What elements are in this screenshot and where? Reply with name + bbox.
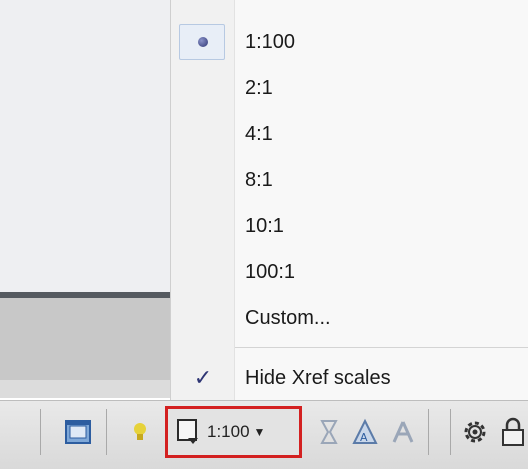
svg-text:A: A: [360, 431, 368, 444]
drawing-area: [0, 0, 170, 292]
sync-scale-icon: [392, 421, 414, 443]
menu-item-label: 100:1: [245, 260, 296, 283]
layout-viewport-icon: [65, 420, 91, 444]
auto-scale-button[interactable]: A: [348, 413, 382, 451]
menu-item-8-1[interactable]: 8:1: [171, 158, 528, 202]
lock-icon: [502, 417, 524, 446]
status-separator: [106, 409, 107, 455]
lower-panel: [0, 298, 170, 380]
menu-item-label: 4:1: [245, 122, 273, 145]
menu-item-10-1[interactable]: 10:1: [171, 204, 528, 248]
menu-item-label: Hide Xref scales: [245, 366, 391, 389]
annotation-scale-menu: 1:100 2:1 4:1 8:1 10:1 100:1 Custom... ✓…: [170, 0, 528, 400]
auto-scale-icon: A: [352, 418, 378, 444]
status-separator: [450, 409, 451, 455]
menu-item-label: 2:1: [245, 76, 273, 99]
annotation-scale-button[interactable]: 1:100 ▼: [165, 406, 302, 458]
menu-item-4-1[interactable]: 4:1: [171, 112, 528, 156]
status-bar: 1:100 ▼ A: [0, 400, 528, 469]
annotation-visibility-button[interactable]: [312, 413, 346, 451]
annotation-scale-icon: [177, 419, 198, 444]
menu-item-label: 10:1: [245, 214, 284, 237]
sync-scale-button[interactable]: [386, 413, 420, 451]
menu-item-label: 1:100: [245, 30, 296, 53]
menu-item-label: 8:1: [245, 168, 273, 191]
layout-viewport-button[interactable]: [58, 413, 98, 451]
status-separator: [40, 409, 41, 455]
menu-item-1-100[interactable]: 1:100: [171, 20, 528, 64]
menu-item-label: Custom...: [245, 306, 331, 329]
menu-item-custom[interactable]: Custom...: [171, 296, 528, 340]
lightbulb-button[interactable]: [128, 413, 152, 451]
menu-item-2-1[interactable]: 2:1: [171, 66, 528, 110]
annotation-visibility-icon: [320, 420, 338, 444]
lock-button[interactable]: [498, 413, 528, 451]
status-separator: [428, 409, 429, 455]
gear-icon: [464, 421, 486, 443]
menu-item-100-1[interactable]: 100:1: [171, 250, 528, 294]
checkmark-icon: ✓: [193, 365, 213, 390]
chevron-down-icon: ▼: [253, 425, 266, 439]
lower-strip: [0, 380, 170, 398]
annotation-scale-value: 1:100: [207, 422, 250, 441]
menu-item-hide-xref-scales[interactable]: ✓ Hide Xref scales: [171, 358, 528, 398]
workspace-settings-button[interactable]: [458, 413, 492, 451]
lightbulb-icon: [134, 423, 146, 440]
menu-separator: [235, 347, 528, 348]
radio-selected-icon: [198, 37, 208, 47]
